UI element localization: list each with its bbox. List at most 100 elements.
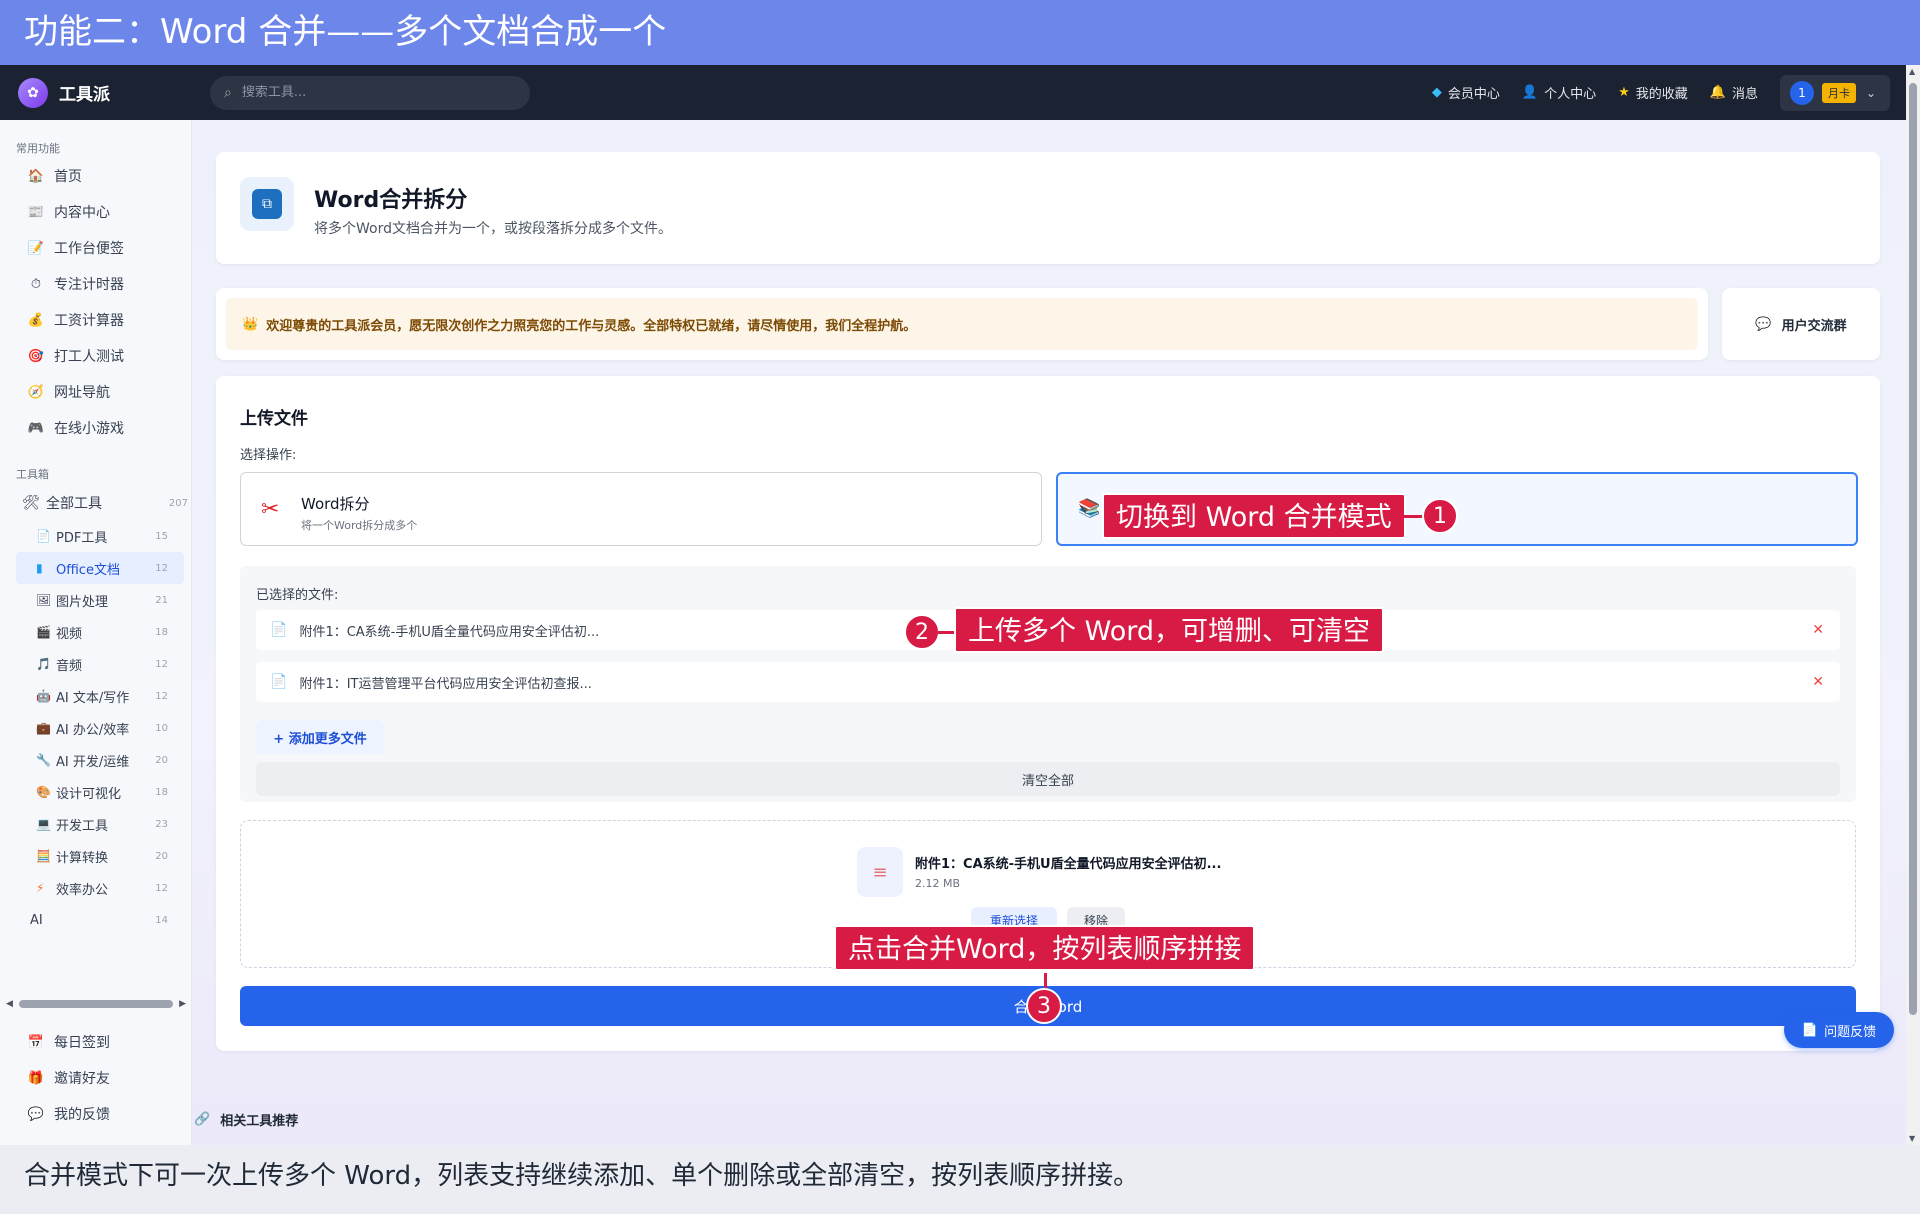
sidebar-item-feedback[interactable]: 💬 我的反馈 bbox=[0, 1096, 192, 1132]
sidebar-item-label: 在线小游戏 bbox=[54, 421, 124, 437]
nav-favorites[interactable]: ★ 我的收藏 bbox=[1618, 83, 1688, 102]
document-icon: 📄 bbox=[1801, 1022, 1819, 1038]
sidebar-item-content-center[interactable]: 📰 内容中心 bbox=[0, 194, 192, 230]
feedback-float-button[interactable]: 📄 问题反馈 bbox=[1784, 1012, 1894, 1048]
laptop-icon: 💻 bbox=[36, 817, 51, 831]
sidebar-item-efficiency[interactable]: ⚡ 效率办公 12 bbox=[0, 872, 192, 904]
sidebar-item-ai-dev[interactable]: 🔧 AI 开发/运维 20 bbox=[0, 744, 192, 776]
scroll-up-icon[interactable]: ▲ bbox=[1909, 67, 1915, 76]
sidebar-item-ai-writing[interactable]: 🤖 AI 文本/写作 12 bbox=[0, 680, 192, 712]
sidebar-item-label: 开发工具 bbox=[56, 818, 109, 834]
sidebar-item-home[interactable]: 🏠 首页 bbox=[0, 158, 192, 194]
target-icon: 🎯 bbox=[27, 348, 45, 364]
sidebar-item-label: PDF工具 bbox=[56, 530, 108, 546]
sidebar-item-label: 计算转换 bbox=[56, 850, 109, 866]
sidebar-item-pdf[interactable]: 📄 PDF工具 15 bbox=[0, 520, 192, 552]
sidebar-item-worker-test[interactable]: 🎯 打工人测试 bbox=[0, 338, 192, 374]
scrollbar-thumb[interactable] bbox=[1909, 83, 1917, 1015]
sidebar-item-label: 全部工具 bbox=[46, 496, 102, 512]
lightning-icon: ⚡ bbox=[36, 881, 45, 895]
chat-bubble-icon: 💬 bbox=[1755, 316, 1772, 332]
mode-split-button[interactable]: ✂ Word拆分 将一个Word拆分成多个 bbox=[240, 472, 1042, 546]
abacus-icon: 🧮 bbox=[36, 849, 51, 863]
tool-count: 21 bbox=[155, 594, 168, 606]
money-bag-icon: 💰 bbox=[27, 312, 45, 328]
nav-right: ◆ 会员中心 👤 个人中心 ★ 我的收藏 🔔 消息 1 月卡 ⌄ bbox=[1410, 74, 1890, 111]
wrench-icon: 🔧 bbox=[36, 753, 51, 767]
nav-favorites-label: 我的收藏 bbox=[1635, 87, 1688, 102]
sidebar-item-calc-convert[interactable]: 🧮 计算转换 20 bbox=[0, 840, 192, 872]
tool-count: 20 bbox=[155, 754, 168, 766]
sidebar-item-video[interactable]: 🎬 视频 18 bbox=[0, 616, 192, 648]
sidebar-item-label: 首页 bbox=[54, 169, 82, 185]
nav-messages[interactable]: 🔔 消息 bbox=[1710, 83, 1758, 102]
newspaper-icon: 📰 bbox=[27, 204, 45, 220]
robot-icon: 🤖 bbox=[36, 689, 51, 703]
remove-file-icon[interactable]: ✕ bbox=[1812, 674, 1824, 690]
user-menu[interactable]: 1 月卡 ⌄ bbox=[1780, 74, 1890, 111]
scroll-right-icon[interactable]: ▶ bbox=[179, 999, 186, 1009]
nav-personal-center[interactable]: 👤 个人中心 bbox=[1522, 83, 1596, 102]
sidebar-item-ai[interactable]: AI 14 bbox=[0, 904, 192, 936]
sidebar-item-image[interactable]: 🖼 图片处理 21 bbox=[0, 584, 192, 616]
sidebar-item-office[interactable]: ▮ Office文档 12 bbox=[16, 552, 184, 584]
add-more-files-button[interactable]: + 添加更多文件 bbox=[256, 720, 384, 754]
document-icon: 📄 bbox=[270, 622, 288, 638]
sidebar-item-salary-calc[interactable]: 💰 工资计算器 bbox=[0, 302, 192, 338]
tool-count: 15 bbox=[155, 530, 168, 542]
user-group-button[interactable]: 💬 用户交流群 bbox=[1722, 288, 1880, 360]
sidebar-item-label: Office文档 bbox=[56, 562, 120, 578]
avatar: 1 bbox=[1790, 80, 1814, 105]
sidebar-item-url-nav[interactable]: 🧭 网址导航 bbox=[0, 374, 192, 410]
file-row: 📄 附件1：IT运营管理平台代码应用安全评估初查报... ✕ bbox=[256, 662, 1840, 702]
nav-messages-label: 消息 bbox=[1731, 87, 1758, 102]
calendar-icon: 📅 bbox=[27, 1034, 45, 1050]
page-title: Word合并拆分 bbox=[314, 188, 468, 213]
related-tools-label: 相关工具推荐 bbox=[220, 1114, 299, 1129]
search-input[interactable] bbox=[241, 85, 502, 100]
page-vertical-scrollbar[interactable]: ▲ ▼ bbox=[1906, 65, 1920, 1145]
scroll-down-icon[interactable]: ▼ bbox=[1909, 1134, 1915, 1143]
annotation-callout-1: 切换到 Word 合并模式 bbox=[1102, 493, 1406, 539]
music-note-icon: 🎵 bbox=[36, 657, 51, 671]
gamepad-icon: 🎮 bbox=[27, 420, 45, 436]
sidebar-item-dev-tools[interactable]: 💻 开发工具 23 bbox=[0, 808, 192, 840]
sidebar-item-invite[interactable]: 🎁 邀请好友 bbox=[0, 1060, 192, 1096]
scrollbar-thumb[interactable] bbox=[18, 1000, 174, 1008]
sidebar-item-label: AI 开发/运维 bbox=[56, 754, 130, 770]
sidebar-horizontal-scrollbar[interactable]: ◀ ▶ bbox=[6, 997, 186, 1011]
feedback-label: 问题反馈 bbox=[1824, 1024, 1877, 1040]
annotation-callout-3: 点击合并Word，按列表顺序拼接 bbox=[834, 925, 1256, 971]
sidebar-item-design[interactable]: 🎨 设计可视化 18 bbox=[0, 776, 192, 808]
sidebar-item-label: 打工人测试 bbox=[54, 349, 124, 365]
annotation-number-3: 3 bbox=[1026, 988, 1062, 1024]
bottom-caption: 合并模式下可一次上传多个 Word，列表支持继续添加、单个删除或全部清空，按列表… bbox=[0, 1145, 1920, 1214]
sidebar-item-notes[interactable]: 📝 工作台便签 bbox=[0, 230, 192, 266]
scroll-left-icon[interactable]: ◀ bbox=[6, 999, 13, 1009]
annotation-number-1: 1 bbox=[1422, 498, 1458, 534]
sidebar-item-ai-office[interactable]: 💼 AI 办公/效率 10 bbox=[0, 712, 192, 744]
nav-membership-center[interactable]: ◆ 会员中心 bbox=[1432, 83, 1500, 102]
welcome-notice-text: 欢迎尊贵的工具派会员，愿无限次创作之力照亮您的工作与灵感。全部特权已就绪，请尽情… bbox=[266, 318, 917, 334]
sidebar-item-audio[interactable]: 🎵 音频 12 bbox=[0, 648, 192, 680]
sidebar-item-daily-checkin[interactable]: 📅 每日签到 bbox=[0, 1024, 192, 1060]
app-logo[interactable]: ✿ 工具派 bbox=[18, 77, 188, 108]
search-box[interactable]: ⌕ bbox=[210, 75, 530, 110]
sidebar-item-label: AI 文本/写作 bbox=[56, 690, 130, 706]
annotation-connector bbox=[1404, 515, 1424, 518]
preview-file-size: 2.12 MB bbox=[915, 877, 961, 890]
mode-split-subtitle: 将一个Word拆分成多个 bbox=[301, 519, 418, 532]
tool-count: 18 bbox=[155, 786, 168, 798]
timer-icon: ⏱ bbox=[30, 276, 42, 292]
sidebar-item-focus-timer[interactable]: ⏱ 专注计时器 bbox=[0, 266, 192, 302]
clear-all-button[interactable]: 清空全部 bbox=[256, 762, 1840, 796]
remove-file-icon[interactable]: ✕ bbox=[1812, 622, 1824, 638]
diamond-icon: ◆ bbox=[1431, 85, 1442, 100]
file-name: 附件1：IT运营管理平台代码应用安全评估初查报... bbox=[299, 676, 592, 692]
sidebar-item-games[interactable]: 🎮 在线小游戏 bbox=[0, 410, 192, 446]
home-icon: 🏠 bbox=[27, 168, 45, 184]
pdf-icon: 📄 bbox=[36, 529, 51, 543]
link-icon: 🔗 bbox=[194, 1112, 211, 1127]
sidebar-item-label: 工作台便签 bbox=[54, 241, 124, 257]
sidebar-item-all-tools[interactable]: 🛠 全部工具 207 bbox=[0, 486, 192, 520]
